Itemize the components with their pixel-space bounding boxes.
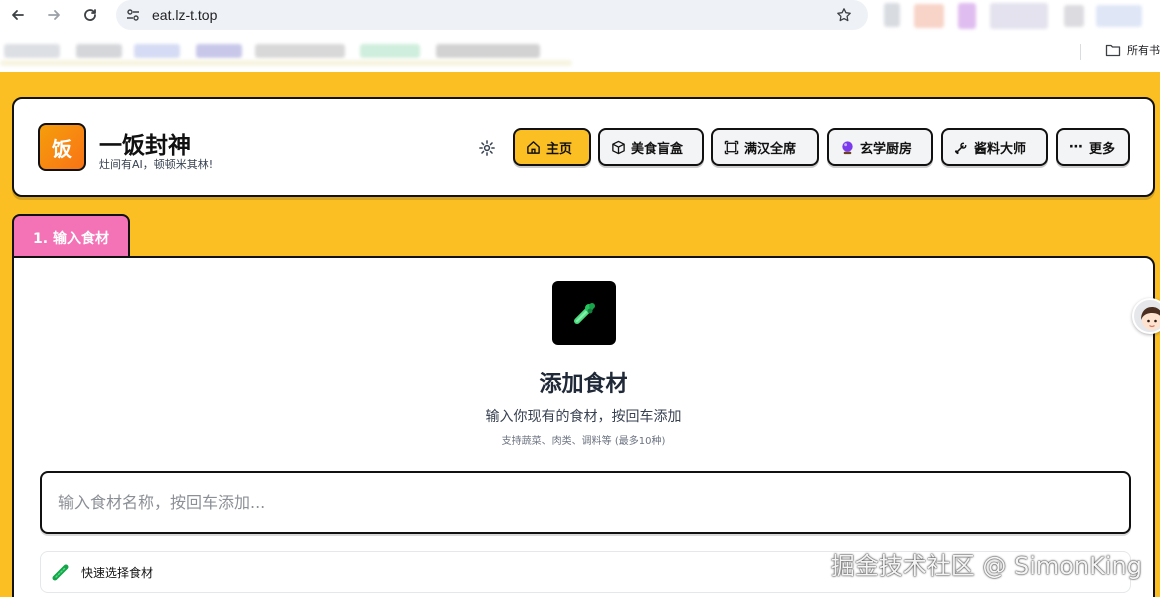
bookmark-item[interactable] xyxy=(4,44,60,58)
bookmark-star-icon[interactable] xyxy=(834,5,854,25)
browser-chrome: eat.lz-t.top 所有书 xyxy=(0,0,1160,72)
reload-icon xyxy=(84,9,96,21)
crystal-ball-icon xyxy=(839,139,855,155)
cube-icon xyxy=(610,139,626,155)
site-subtitle: 灶间有AI，顿顿米其林! xyxy=(99,158,214,171)
arrow-left-icon xyxy=(12,10,24,20)
wrench-icon xyxy=(953,139,969,155)
vegetable-icon xyxy=(552,281,616,345)
nav-label: 更多 xyxy=(1089,141,1116,157)
nav-home[interactable]: 主页 xyxy=(513,128,591,166)
bookmark-item[interactable] xyxy=(134,44,180,58)
url-text: eat.lz-t.top xyxy=(152,7,218,23)
ellipsis-icon: ⋯ xyxy=(1069,139,1083,155)
nav-label: 满汉全席 xyxy=(744,141,797,157)
forward-button[interactable] xyxy=(42,3,66,27)
extension-icon[interactable] xyxy=(1064,5,1084,27)
watermark: 掘金技术社区 @ SimonKing xyxy=(830,552,1142,580)
nav-food-blindbox[interactable]: 美食盲盒 xyxy=(598,128,704,166)
home-icon xyxy=(525,139,541,155)
assistant-avatar[interactable] xyxy=(1132,298,1160,334)
nav-mystic-kitchen[interactable]: 玄学厨房 xyxy=(827,128,933,166)
cucumber-icon xyxy=(51,562,71,582)
all-bookmarks-button[interactable]: 所有书 xyxy=(1105,42,1160,58)
bookmark-item[interactable] xyxy=(76,44,122,58)
site-title: 一饭封神 xyxy=(99,133,191,159)
nav-sauce-master[interactable]: 酱料大师 xyxy=(941,128,1048,166)
nav-label: 玄学厨房 xyxy=(860,141,913,157)
back-button[interactable] xyxy=(6,3,30,27)
add-ingredient-title: 添加食材 xyxy=(539,372,628,397)
nav-more[interactable]: ⋯ 更多 xyxy=(1056,128,1130,166)
nav-full-banquet[interactable]: 满汉全席 xyxy=(711,128,819,166)
url-bar[interactable]: eat.lz-t.top xyxy=(116,0,868,30)
bookmarks-divider xyxy=(1080,44,1081,60)
bookmark-item[interactable] xyxy=(255,44,345,58)
address-row: eat.lz-t.top xyxy=(0,0,1160,32)
extension-icon[interactable] xyxy=(958,3,976,29)
ingredient-input[interactable] xyxy=(40,471,1131,534)
logo[interactable]: 饭 xyxy=(38,123,86,171)
extension-icon[interactable] xyxy=(884,3,900,27)
extension-icon[interactable] xyxy=(914,4,944,28)
bookmarks-bar: 所有书 xyxy=(0,38,1160,66)
arrow-right-icon xyxy=(48,10,60,20)
all-bookmarks-label: 所有书 xyxy=(1127,44,1160,57)
nav-label: 主页 xyxy=(546,141,573,157)
folder-icon xyxy=(1105,43,1121,57)
settings-button[interactable] xyxy=(476,137,498,159)
step-tab-input-ingredients[interactable]: 1. 输入食材 xyxy=(12,214,130,258)
frame-icon xyxy=(723,139,739,155)
reload-button[interactable] xyxy=(78,3,102,27)
add-ingredient-hint: 支持蔬菜、肉类、调料等 (最多10种) xyxy=(501,436,666,447)
quick-select-label: 快速选择食材 xyxy=(81,565,154,580)
site-settings-icon[interactable] xyxy=(122,4,144,26)
bookmark-item[interactable] xyxy=(436,44,540,58)
nav-label: 酱料大师 xyxy=(974,141,1027,157)
bookmark-item[interactable] xyxy=(360,44,420,58)
logo-char: 饭 xyxy=(52,136,72,161)
site-header: 饭 一饭封神 灶间有AI，顿顿米其林! 主页 美食盲盒 满汉全席 玄学厨房 酱料… xyxy=(12,97,1155,197)
bookmark-item[interactable] xyxy=(196,44,242,58)
nav-label: 美食盲盒 xyxy=(631,141,684,157)
bookmark-underline xyxy=(0,60,572,66)
extension-icon[interactable] xyxy=(990,3,1048,29)
gear-icon xyxy=(479,140,495,156)
extension-icon[interactable] xyxy=(1096,5,1142,27)
add-ingredient-description: 输入你现有的食材，按回车添加 xyxy=(485,409,682,425)
